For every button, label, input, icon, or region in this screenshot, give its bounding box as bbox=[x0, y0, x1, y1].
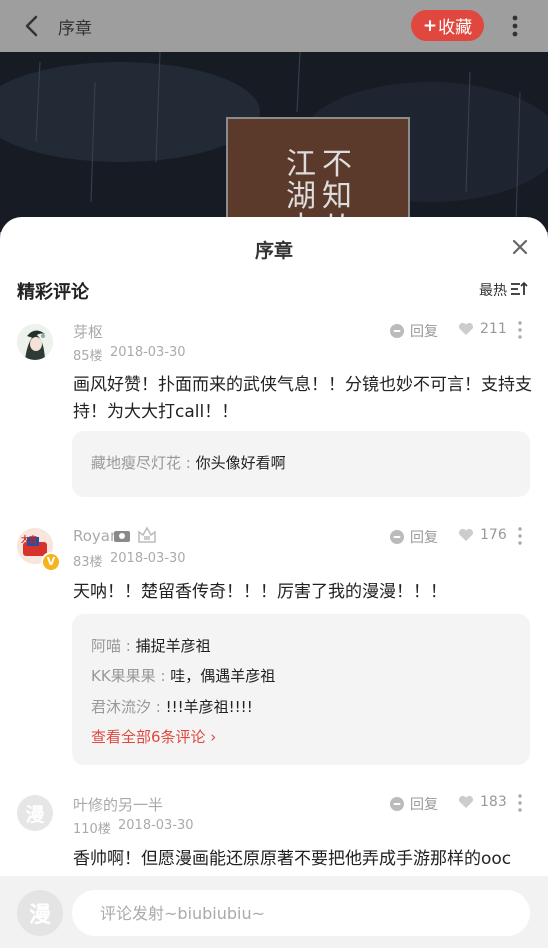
member-icon bbox=[114, 531, 130, 542]
more-vertical-icon[interactable] bbox=[517, 320, 523, 340]
cover-title-box: 江湖中 不知从 bbox=[226, 117, 410, 232]
reply-item[interactable]: KK果果果 : 哇，偶遇羊彦祖 bbox=[91, 665, 275, 686]
avatar[interactable] bbox=[17, 324, 53, 360]
comment-text: 画风好赞！扑面而来的武侠气息！！分镜也妙不可言！支持支持！为大大打call！！ bbox=[73, 375, 532, 422]
reply-label: 回复 bbox=[410, 324, 438, 340]
avatar[interactable]: 漫 bbox=[17, 795, 53, 831]
more-vertical-icon[interactable] bbox=[505, 12, 525, 40]
my-avatar[interactable]: 漫 bbox=[17, 890, 63, 936]
reply-label: 回复 bbox=[410, 797, 438, 813]
level-crown-icon bbox=[138, 526, 156, 543]
comic-cover-image: 江湖中 不知从 bbox=[0, 52, 548, 232]
comment-floor: 83楼 bbox=[73, 555, 103, 570]
reply-item[interactable]: 君沐流汐 : !!!羊彦祖!!!! bbox=[91, 696, 253, 717]
like-button[interactable]: 211 bbox=[458, 321, 507, 337]
favorite-label: 收藏 bbox=[438, 18, 473, 38]
plus-icon: + bbox=[422, 15, 438, 36]
section-title: 精彩评论 bbox=[17, 282, 89, 303]
reply-button[interactable]: 回复 bbox=[389, 527, 438, 547]
more-vertical-icon[interactable] bbox=[517, 526, 523, 546]
like-count: 176 bbox=[480, 527, 507, 543]
reply-item[interactable]: 藏地瘦尽灯花 : 你头像好看啊 bbox=[91, 452, 286, 473]
reply-bubble-icon bbox=[390, 324, 404, 338]
reply-list[interactable]: 阿喵 : 捕捉羊彦祖 KK果果果 : 哇，偶遇羊彦祖 君沐流汐 : !!!羊彦祖… bbox=[72, 614, 530, 765]
comment-floor: 85楼 bbox=[73, 349, 103, 364]
comments-sheet: 序章 精彩评论 最热 芽枢 85楼 2018-03-30 回复 211 画风好赞… bbox=[0, 217, 548, 948]
reply-item[interactable]: 阿喵 : 捕捉羊彦祖 bbox=[91, 635, 211, 656]
comment-text: 香帅啊！但愿漫画能还原原著不要把他弄成手游那样的ooc bbox=[73, 849, 512, 869]
like-count: 183 bbox=[480, 794, 507, 810]
view-all-replies-link[interactable]: 查看全部6条评论 › bbox=[91, 726, 216, 747]
verified-badge: V bbox=[41, 552, 61, 572]
heart-icon bbox=[458, 795, 474, 808]
reply-bubble-icon bbox=[390, 797, 404, 811]
comment-input-bar: 漫 bbox=[0, 876, 548, 948]
avatar-illustration bbox=[17, 324, 53, 360]
comment-floor: 110楼 bbox=[73, 822, 111, 837]
heart-icon bbox=[458, 528, 474, 541]
comment-input[interactable] bbox=[72, 890, 530, 936]
reply-button[interactable]: 回复 bbox=[389, 321, 438, 341]
reply-bubble-icon bbox=[390, 530, 404, 544]
comment-date: 2018-03-30 bbox=[118, 818, 194, 833]
sheet-title: 序章 bbox=[254, 240, 293, 262]
back-arrow-icon[interactable] bbox=[18, 12, 46, 40]
reply-label: 回复 bbox=[410, 530, 438, 546]
comment-text: 天呐！！楚留香传奇！！！厉害了我的漫漫！！！ bbox=[73, 582, 447, 602]
comment-date: 2018-03-30 bbox=[110, 345, 186, 360]
top-bar: 序章 + 收藏 bbox=[0, 0, 548, 52]
reply-list[interactable]: 藏地瘦尽灯花 : 你头像好看啊 bbox=[72, 431, 530, 497]
reply-button[interactable]: 回复 bbox=[389, 794, 438, 814]
close-icon[interactable] bbox=[511, 238, 529, 256]
comment-username[interactable]: 叶修的另一半 bbox=[73, 794, 163, 815]
svg-text:大吉: 大吉 bbox=[21, 534, 37, 544]
page-title: 序章 bbox=[58, 19, 92, 39]
sort-label[interactable]: 最热 bbox=[479, 280, 507, 300]
favorite-button[interactable]: + 收藏 bbox=[411, 10, 484, 41]
like-button[interactable]: 183 bbox=[458, 794, 507, 810]
heart-icon bbox=[458, 322, 474, 335]
like-button[interactable]: 176 bbox=[458, 527, 507, 543]
comment-date: 2018-03-30 bbox=[110, 551, 186, 566]
like-count: 211 bbox=[480, 321, 507, 337]
more-vertical-icon[interactable] bbox=[517, 793, 523, 813]
sort-icon[interactable] bbox=[510, 281, 530, 297]
comment-username[interactable]: 芽枢 bbox=[73, 321, 103, 342]
